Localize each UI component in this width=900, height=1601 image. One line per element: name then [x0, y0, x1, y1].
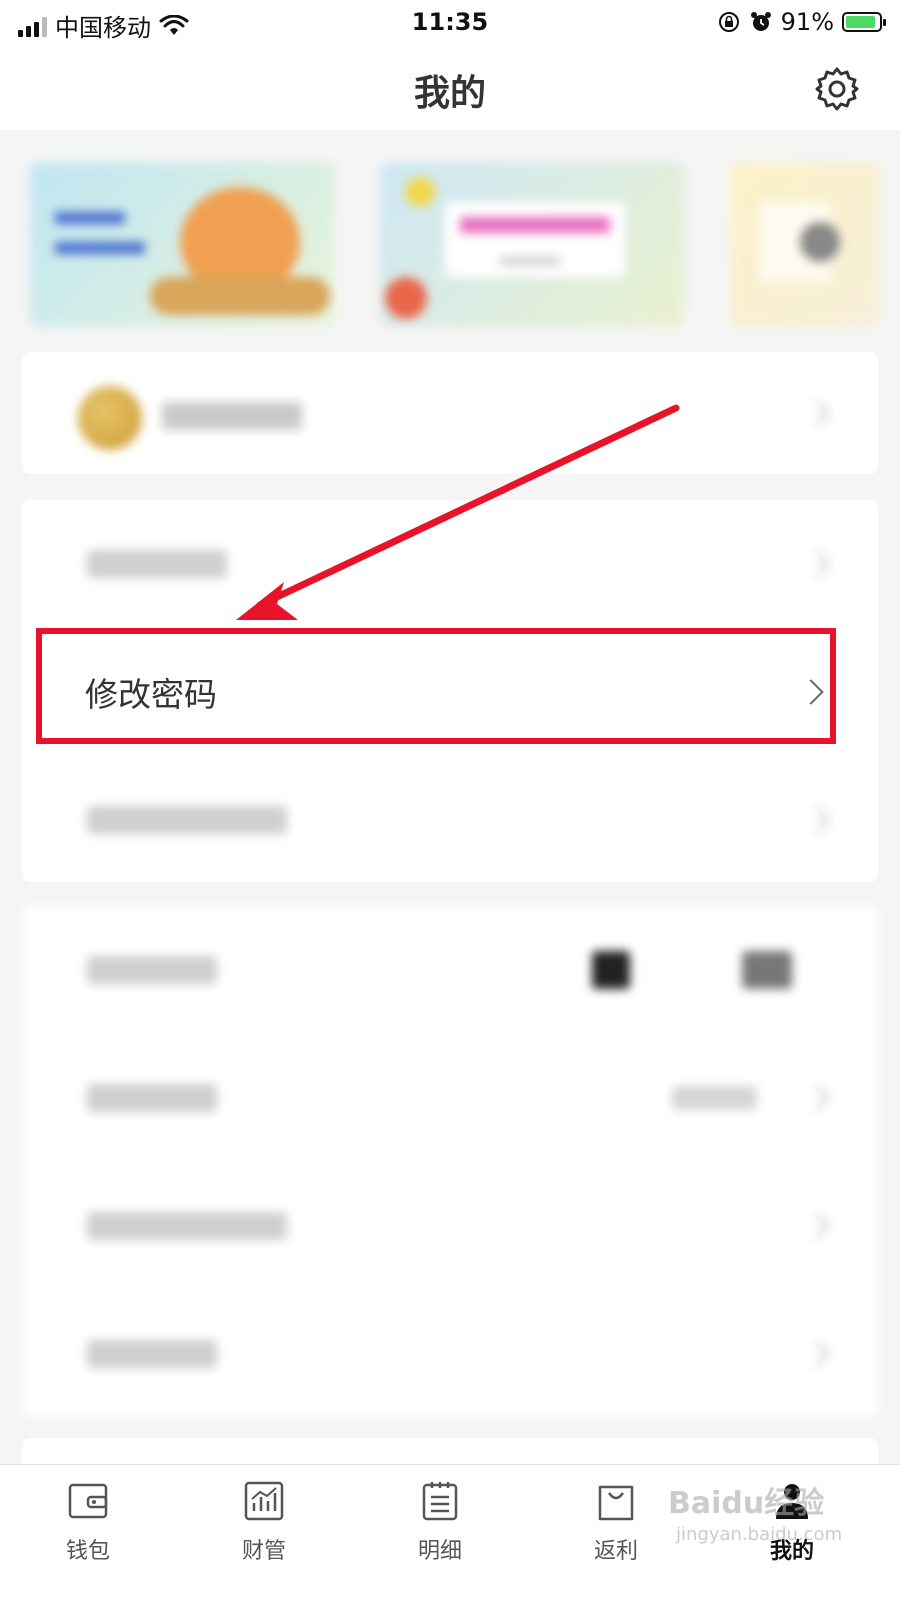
blurred-value: [742, 951, 792, 989]
vip-label-blurred: [162, 402, 302, 430]
tab-finance[interactable]: 财管: [204, 1479, 324, 1565]
chevron-right-icon: [804, 1341, 830, 1367]
change-password-row[interactable]: 修改密码: [22, 628, 878, 756]
tab-details[interactable]: 明细: [380, 1479, 500, 1565]
tab-label: 明细: [417, 1539, 462, 1564]
battery-icon: [842, 12, 886, 32]
blurred-label: [87, 1340, 217, 1368]
email-binding-row[interactable]: [22, 1034, 878, 1162]
security-card: 修改密码: [22, 500, 878, 882]
third-party-binding-row[interactable]: [22, 1162, 878, 1290]
blurred-value: [672, 1086, 757, 1110]
gear-icon[interactable]: [812, 64, 862, 114]
chevron-right-icon: [804, 400, 830, 426]
watermark-url: jingyan.baidu.com: [676, 1524, 843, 1545]
banner-carousel[interactable]: [30, 162, 880, 332]
tab-label: 钱包: [65, 1539, 110, 1564]
chevron-right-icon: [798, 679, 824, 705]
tab-label: 返利: [593, 1539, 638, 1564]
security-question-row[interactable]: [22, 756, 878, 884]
orientation-lock-icon: [718, 12, 739, 32]
promo-banner-3[interactable]: [730, 162, 880, 327]
chevron-right-icon: [804, 551, 830, 577]
blurred-label: [87, 956, 217, 984]
status-bar: 中国移动 11:35 91%: [0, 0, 900, 48]
watermark-logo: Baidu经验: [668, 1486, 825, 1521]
chart-icon: [244, 1481, 284, 1521]
blurred-label: [87, 550, 227, 578]
list-icon: [422, 1482, 458, 1521]
tab-label: 财管: [241, 1539, 286, 1564]
status-right: 91%: [717, 8, 886, 36]
chevron-right-icon: [804, 1085, 830, 1111]
blurred-label: [87, 1084, 217, 1112]
tab-wallet[interactable]: 钱包: [28, 1479, 148, 1565]
vip-badge-icon: [78, 386, 142, 450]
nav-bar: 我的: [0, 48, 900, 130]
change-password-label: 修改密码: [85, 675, 217, 714]
alarm-icon: [750, 12, 771, 31]
vip-card[interactable]: [22, 352, 878, 474]
blurred-label: [87, 1212, 287, 1240]
phone-binding-row[interactable]: [22, 906, 878, 1034]
bill-export-row[interactable]: [22, 1290, 878, 1418]
chevron-right-icon: [804, 807, 830, 833]
page-title: 我的: [413, 73, 486, 114]
gesture-password-row[interactable]: [22, 500, 878, 628]
shopping-bag-icon: [598, 1485, 634, 1521]
chevron-right-icon: [804, 1213, 830, 1239]
promo-banner-1[interactable]: [30, 162, 335, 327]
wallet-icon: [68, 1483, 108, 1519]
promo-banner-2[interactable]: [380, 162, 685, 327]
tab-rebate[interactable]: 返利: [556, 1479, 676, 1565]
binding-card: [22, 906, 878, 1416]
vip-row[interactable]: [22, 352, 878, 474]
battery-percent: 91%: [780, 8, 834, 36]
blurred-value: [592, 951, 630, 989]
blurred-label: [87, 806, 287, 834]
